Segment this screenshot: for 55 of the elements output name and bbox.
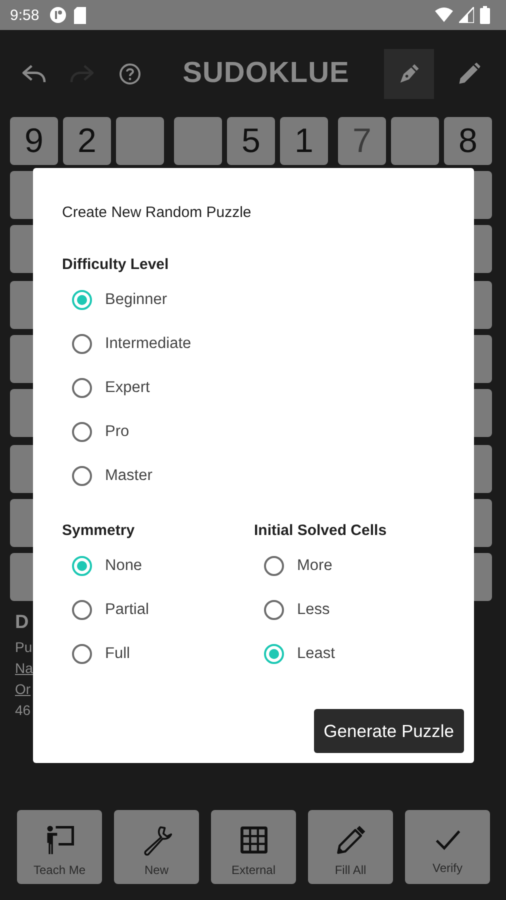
teach-me-button[interactable]: Teach Me — [17, 810, 102, 884]
sudoku-cell[interactable] — [391, 117, 439, 165]
info-text: 46 — [15, 702, 31, 718]
radio-button[interactable] — [72, 422, 92, 442]
sudoku-cell[interactable] — [174, 117, 222, 165]
section-heading: Difficulty Level — [62, 256, 170, 273]
sd-card-icon — [73, 6, 88, 24]
sudoku-cell[interactable]: 2 — [63, 117, 111, 165]
radio-option[interactable]: None — [62, 544, 254, 588]
radio-option[interactable]: Full — [62, 632, 254, 676]
radio-button[interactable] — [264, 556, 284, 576]
radio-option[interactable]: Less — [254, 588, 446, 632]
sudoku-cell[interactable]: 7 — [338, 117, 386, 165]
dialog-title: Create New Random Puzzle — [62, 204, 252, 221]
radio-button[interactable] — [72, 334, 92, 354]
verify-button[interactable]: Verify — [405, 810, 490, 884]
radio-option[interactable]: Partial — [62, 588, 254, 632]
radio-option[interactable]: Expert — [62, 366, 464, 410]
radio-button[interactable] — [264, 600, 284, 620]
radio-option[interactable]: Intermediate — [62, 322, 464, 366]
external-button[interactable]: External — [211, 810, 296, 884]
generate-puzzle-button[interactable]: Generate Puzzle — [314, 709, 464, 753]
signal-icon — [459, 7, 474, 23]
radio-option[interactable]: Pro — [62, 410, 464, 454]
help-icon[interactable] — [118, 62, 142, 86]
notification-icon — [49, 6, 68, 24]
radio-option[interactable]: Master — [62, 454, 464, 498]
radio-button[interactable] — [72, 644, 92, 664]
battery-icon — [480, 6, 490, 24]
sudoku-cell[interactable] — [116, 117, 164, 165]
sudoku-cell[interactable]: 1 — [280, 117, 328, 165]
radio-button[interactable] — [264, 644, 284, 664]
radio-button[interactable] — [72, 600, 92, 620]
radio-option[interactable]: More — [254, 544, 446, 588]
section-heading: Symmetry — [62, 522, 136, 539]
radio-button[interactable] — [72, 466, 92, 486]
section-heading: Initial Solved Cells — [254, 522, 388, 539]
info-link[interactable]: Or — [15, 681, 31, 697]
info-text: Pu — [15, 639, 32, 655]
radio-option[interactable]: Least — [254, 632, 446, 676]
radio-button[interactable] — [72, 378, 92, 398]
app-title: SUDOKLUE — [182, 57, 350, 90]
clock-time: 9:58 — [10, 6, 40, 24]
new-button[interactable]: New — [114, 810, 199, 884]
sudoku-cell[interactable]: 9 — [10, 117, 58, 165]
radio-button[interactable] — [72, 556, 92, 576]
sudoku-cell[interactable]: 5 — [227, 117, 275, 165]
fill-all-button[interactable]: Fill All — [308, 810, 393, 884]
radio-option[interactable]: Beginner — [62, 278, 464, 322]
info-link[interactable]: Na — [15, 660, 33, 676]
radio-button[interactable] — [72, 290, 92, 310]
wifi-icon — [435, 7, 453, 23]
sudoku-cell[interactable]: 8 — [444, 117, 492, 165]
info-heading: D — [15, 612, 29, 634]
pen-mode-button[interactable] — [384, 48, 434, 98]
